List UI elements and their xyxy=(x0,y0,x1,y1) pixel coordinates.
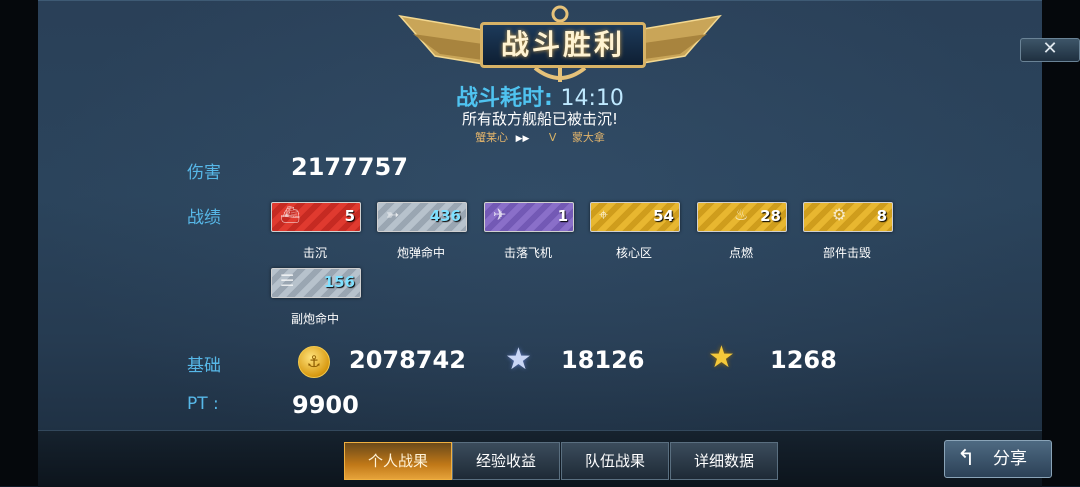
achievements-label: 战绩 xyxy=(187,208,221,228)
back-arrow-icon: ↰ xyxy=(957,446,976,471)
battle-result-text: 所有敌方舰船已被击沉! xyxy=(461,110,618,128)
right-border xyxy=(1042,0,1080,486)
medal-label: 炮弹命中 xyxy=(396,246,445,260)
medal-planes-down[interactable]: ✈ 1 xyxy=(484,202,574,232)
victory-badge: 战斗胜利 xyxy=(395,4,725,86)
gold-star-icon: ★ xyxy=(708,340,735,375)
gear-icon: ⚙ xyxy=(832,205,847,224)
medal-value: 8 xyxy=(876,207,887,225)
base-label: 基础 xyxy=(187,356,221,376)
ship-sinking-icon: ⛴ xyxy=(280,205,301,224)
medal-citadel[interactable]: ⌖ 54 xyxy=(590,202,680,232)
medal-value: 54 xyxy=(653,207,674,225)
player-matchup: 蟹某心 ▶▶ V 蒙大拿 xyxy=(0,129,1080,145)
silver-star-icon: ★ xyxy=(505,342,532,377)
left-border xyxy=(0,0,38,486)
medal-label: 核心区 xyxy=(615,246,652,260)
damage-label: 伤害 xyxy=(187,163,221,183)
tab-personal-results[interactable]: 个人战果 xyxy=(344,442,452,480)
medal-label: 击落飞机 xyxy=(503,246,552,260)
player-left-name: 蟹某心 xyxy=(475,131,509,144)
citadel-icon: ⌖ xyxy=(599,205,609,224)
gold-star-value: 1268 xyxy=(770,346,837,374)
close-button[interactable]: ✕ xyxy=(1020,38,1080,62)
share-button[interactable]: ↰ 分享 xyxy=(944,440,1052,478)
secondary-gun-icon: ☰ xyxy=(280,271,295,290)
pt-label: PT : xyxy=(187,394,219,414)
medal-label: 部件击毁 xyxy=(822,246,871,260)
victory-title: 战斗胜利 xyxy=(480,22,646,68)
medal-value: 156 xyxy=(323,273,355,291)
damage-value: 2177757 xyxy=(291,153,408,181)
fire-icon: ♨ xyxy=(734,205,749,224)
medal-value: 1 xyxy=(557,207,568,225)
medal-secondary-hits[interactable]: ☰ 156 xyxy=(271,268,361,298)
tab-team-results[interactable]: 队伍战果 xyxy=(561,442,669,480)
medal-value: 436 xyxy=(429,207,461,225)
medal-label: 副炮命中 xyxy=(290,312,339,326)
share-label: 分享 xyxy=(993,449,1027,469)
pt-value: 9900 xyxy=(292,391,359,419)
medal-value: 5 xyxy=(344,207,355,225)
vs-label: V xyxy=(548,131,557,144)
medal-modules[interactable]: ⚙ 8 xyxy=(803,202,893,232)
silver-star-value: 18126 xyxy=(561,346,645,374)
shell-hit-icon: ➳ xyxy=(386,205,400,224)
coins-value: 2078742 xyxy=(349,346,466,374)
medal-label: 点燃 xyxy=(728,246,753,260)
coin-icon: ⚓ xyxy=(298,346,330,378)
tab-experience[interactable]: 经验收益 xyxy=(452,442,560,480)
vs-arrow-icon: ▶▶ xyxy=(515,134,530,144)
medal-fire[interactable]: ♨ 28 xyxy=(697,202,787,232)
medal-sinks[interactable]: ⛴ 5 xyxy=(271,202,361,232)
medal-label: 击沉 xyxy=(302,246,327,260)
plane-down-icon: ✈ xyxy=(493,205,507,224)
tab-detailed-data[interactable]: 详细数据 xyxy=(670,442,778,480)
player-right-name: 蒙大拿 xyxy=(571,131,605,144)
medal-value: 28 xyxy=(760,207,781,225)
medal-shell-hits[interactable]: ➳ 436 xyxy=(377,202,467,232)
